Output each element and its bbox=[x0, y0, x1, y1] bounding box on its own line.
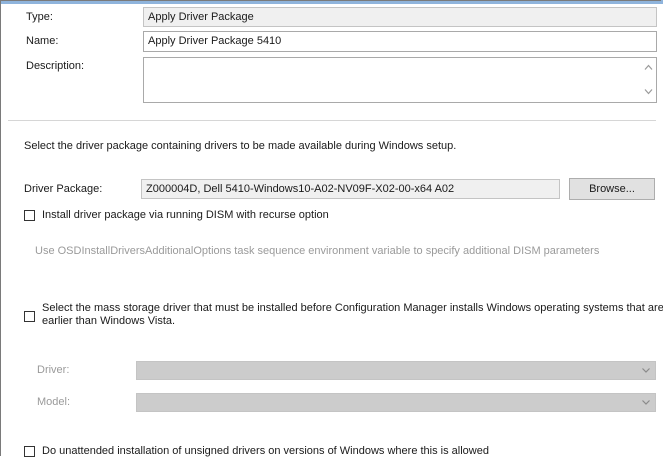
unsigned-drivers-label: Do unattended installation of unsigned d… bbox=[42, 445, 489, 457]
type-field: Apply Driver Package bbox=[143, 7, 657, 27]
browse-button[interactable]: Browse... bbox=[569, 178, 655, 200]
unsigned-drivers-checkbox[interactable] bbox=[24, 446, 35, 457]
description-input[interactable] bbox=[143, 57, 657, 103]
scroll-down-icon[interactable] bbox=[644, 88, 653, 95]
mass-storage-label-line1: Select the mass storage driver that must… bbox=[42, 302, 663, 314]
model-select bbox=[136, 393, 656, 412]
driver-package-field: Z000004D, Dell 5410-Windows10-A02-NV09F-… bbox=[141, 179, 560, 199]
dism-option-label: Install driver package via running DISM … bbox=[42, 209, 329, 221]
dism-checkbox[interactable] bbox=[24, 210, 35, 221]
mass-storage-checkbox[interactable] bbox=[24, 311, 35, 322]
chevron-down-icon bbox=[642, 368, 650, 373]
driver-package-label: Driver Package: bbox=[24, 183, 103, 195]
type-label: Type: bbox=[26, 11, 53, 23]
driver-label: Driver: bbox=[37, 364, 70, 376]
description-label: Description: bbox=[26, 60, 85, 72]
model-label: Model: bbox=[37, 396, 71, 408]
section-divider bbox=[8, 120, 656, 121]
mass-storage-label-line2: earlier than Windows Vista. bbox=[42, 315, 176, 327]
name-input[interactable]: Apply Driver Package 5410 bbox=[143, 31, 657, 52]
instructions-text: Select the driver package containing dri… bbox=[24, 140, 457, 152]
dism-hint-text: Use OSDInstallDriversAdditionalOptions t… bbox=[35, 245, 600, 257]
scroll-up-icon[interactable] bbox=[644, 64, 653, 71]
driver-select bbox=[136, 361, 656, 380]
chevron-down-icon bbox=[642, 400, 650, 405]
name-label: Name: bbox=[26, 35, 59, 47]
